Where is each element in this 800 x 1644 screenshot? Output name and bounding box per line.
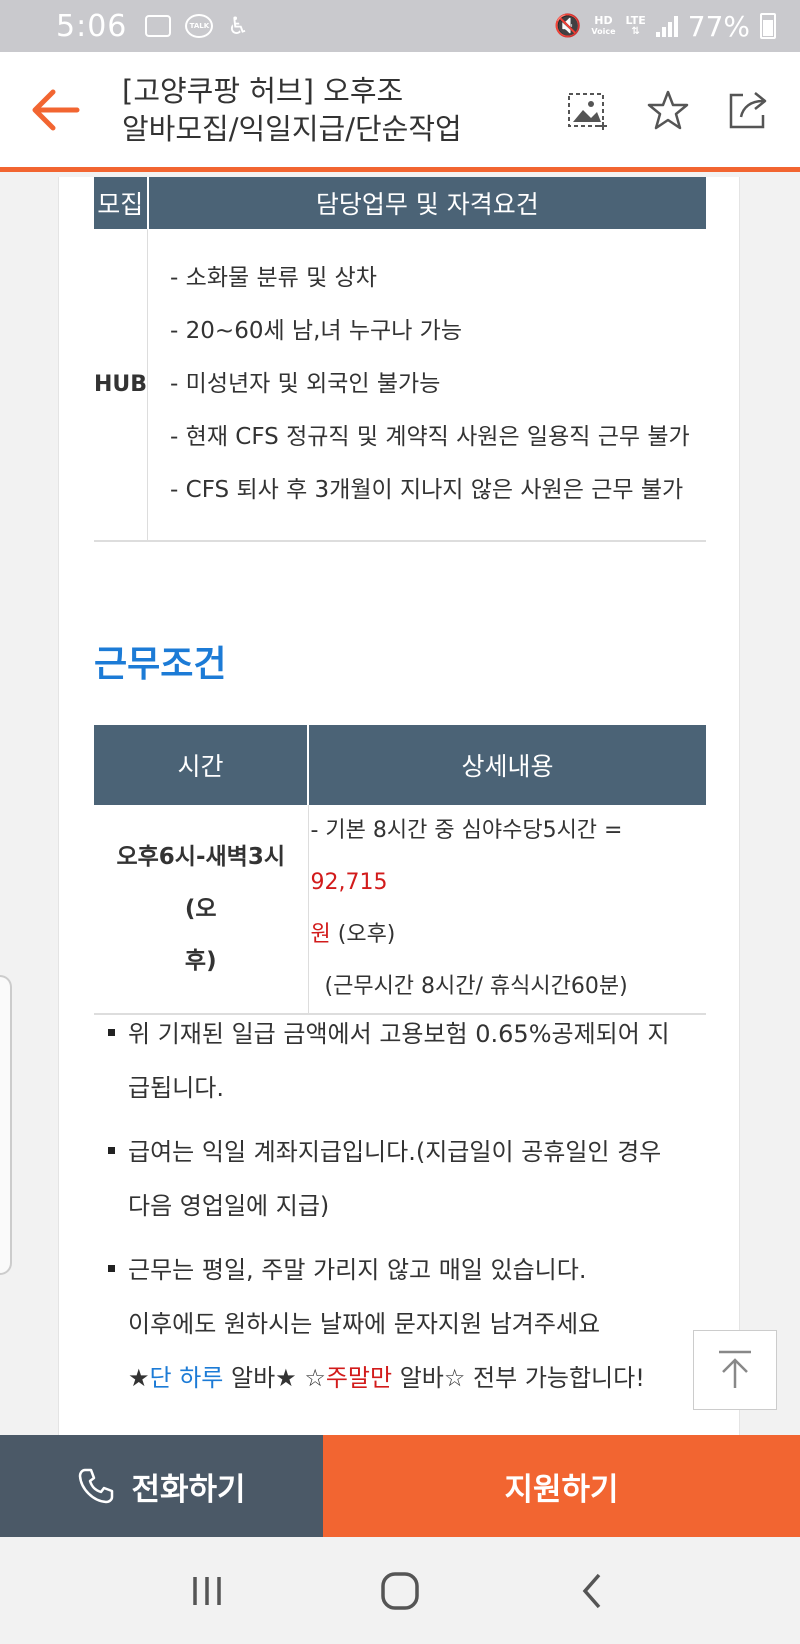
- duty-item: - CFS 퇴사 후 3개월이 지나지 않은 사원은 근무 불가: [170, 477, 684, 503]
- conditions-header-time: 시간: [94, 725, 309, 805]
- notes-list: 위 기재된 일급 금액에서 고용보험 0.65%공제되어 지 급됩니다. 급여는…: [94, 1007, 706, 1415]
- recent-apps-icon: [192, 1576, 221, 1605]
- note-text: 근무는 평일, 주말 가리지 않고 매일 있습니다.: [128, 1256, 587, 1284]
- gallery-icon: [145, 15, 172, 37]
- duty-table: 모집 담당업무 및 자격요건 HUB - 소화물 분류 및 상차 - 20~60…: [94, 177, 706, 542]
- time-line-1: 오후6시-새벽3시 (오: [116, 844, 285, 922]
- note-text: 다음 영업일에 지급): [128, 1192, 330, 1220]
- bullet-icon: [108, 1147, 115, 1154]
- apply-button[interactable]: 지원하기: [323, 1435, 800, 1537]
- note-item: 위 기재된 일급 금액에서 고용보험 0.65%공제되어 지 급됩니다.: [94, 1007, 706, 1115]
- duty-header-recruit: 모집: [94, 177, 149, 229]
- mute-icon: 🔇: [553, 13, 582, 39]
- home-button[interactable]: [370, 1561, 430, 1621]
- note-item: 근무는 평일, 주말 가리지 않고 매일 있습니다. 이후에도 원하시는 날짜에…: [94, 1243, 706, 1405]
- detail-won: 원: [310, 922, 331, 947]
- share-button[interactable]: [726, 88, 770, 132]
- back-button[interactable]: [0, 52, 110, 167]
- signal-icon: [655, 15, 678, 37]
- call-button[interactable]: 전화하기: [0, 1435, 323, 1537]
- note-text: 위 기재된 일급 금액에서 고용보험 0.65%공제되어 지: [128, 1020, 670, 1048]
- battery-percent: 77%: [687, 9, 750, 43]
- battery-icon: [760, 13, 776, 39]
- duty-header-duties: 담당업무 및 자격요건: [147, 177, 706, 229]
- note-mid-text: 알바★ ☆: [223, 1364, 326, 1392]
- duty-item: - 20~60세 남,녀 누구나 가능: [170, 318, 462, 344]
- star-icon: [647, 90, 689, 129]
- section-title-conditions: 근무조건: [94, 644, 227, 685]
- share-icon: [729, 91, 767, 128]
- chevron-left-icon: [582, 1573, 601, 1608]
- detail-amount: 92,715: [310, 870, 388, 895]
- image-capture-icon: [568, 92, 607, 130]
- home-icon: [381, 1571, 419, 1610]
- one-day-text: 단 하루: [149, 1364, 224, 1392]
- recent-apps-button[interactable]: [177, 1561, 237, 1621]
- favorite-button[interactable]: [646, 88, 690, 132]
- duty-row-label: HUB: [94, 229, 149, 542]
- call-label: 전화하기: [131, 1471, 246, 1508]
- lte-icon: LTE ⇅: [625, 14, 646, 37]
- lte-label: LTE: [625, 14, 646, 27]
- title-line-1: [고양쿠팡 허브] 오후조: [122, 73, 404, 108]
- voice-label: Voice: [591, 27, 616, 36]
- bottom-action-bar: 전화하기 지원하기: [0, 1435, 800, 1537]
- page-title: [고양쿠팡 허브] 오후조 알바모집/익일지급/단순작업: [110, 72, 566, 148]
- duty-items-cell: - 소화물 분류 및 상차 - 20~60세 남,녀 누구나 가능 - 미성년자…: [147, 229, 706, 542]
- bullet-icon: [108, 1029, 115, 1036]
- note-item: 급여는 익일 계좌지급입니다.(지급일이 공휴일인 경우 다음 영업일에 지급): [94, 1125, 706, 1233]
- note-text: 급됩니다.: [128, 1074, 224, 1102]
- conditions-time-cell: 오후6시-새벽3시 (오 후): [94, 805, 309, 1015]
- hd-voice-icon: HD Voice: [591, 15, 615, 37]
- arrow-left-icon: [32, 89, 80, 130]
- conditions-table: 시간 상세내용 오후6시-새벽3시 (오 후) - 기본 8시간 중 심야수당5…: [94, 725, 706, 1015]
- star-open: ★: [128, 1364, 150, 1392]
- status-time: 5:06: [56, 8, 128, 44]
- detail-suffix: (오후): [330, 922, 396, 947]
- back-nav-button[interactable]: [563, 1561, 623, 1621]
- kakaotalk-icon: TALK: [185, 14, 214, 38]
- note-text: 이후에도 원하시는 날짜에 문자지원 남겨주세요: [128, 1310, 601, 1338]
- app-header: [고양쿠팡 허브] 오후조 알바모집/익일지급/단순작업: [0, 52, 800, 172]
- detail-hours: (근무시간 8시간/ 휴식시간60분): [324, 974, 628, 999]
- edge-panel-handle[interactable]: [0, 975, 12, 1275]
- image-capture-button[interactable]: [566, 88, 610, 132]
- bullet-icon: [108, 1265, 115, 1272]
- hd-label: HD: [594, 14, 613, 27]
- duty-item: - 현재 CFS 정규직 및 계약직 사원은 일용직 근무 불가: [170, 424, 690, 450]
- job-post-sheet: 모집 담당업무 및 자격요건 HUB - 소화물 분류 및 상차 - 20~60…: [58, 177, 740, 1435]
- conditions-detail-cell: - 기본 8시간 중 심야수당5시간 = 92,715 원 (오후) (근무시간…: [308, 805, 706, 1015]
- conditions-header-detail: 상세내용: [308, 725, 706, 805]
- accessibility-icon: ♿: [227, 12, 249, 40]
- weekend-text: 주말만: [325, 1364, 393, 1392]
- scroll-to-top-button[interactable]: [693, 1330, 777, 1410]
- title-line-2: 알바모집/익일지급/단순작업: [122, 111, 462, 146]
- phone-icon: [79, 1468, 114, 1504]
- system-nav-bar: [0, 1537, 800, 1644]
- detail-prefix: - 기본 8시간 중 심야수당5시간 =: [310, 818, 623, 843]
- duty-item: - 소화물 분류 및 상차: [170, 265, 377, 291]
- status-bar: 5:06 TALK ♿ 🔇 HD Voice LTE ⇅ 77%: [0, 0, 800, 52]
- note-text: 급여는 익일 계좌지급입니다.(지급일이 공휴일인 경우: [128, 1138, 662, 1166]
- apply-label: 지원하기: [504, 1471, 619, 1508]
- content-area[interactable]: 모집 담당업무 및 자격요건 HUB - 소화물 분류 및 상차 - 20~60…: [0, 177, 800, 1435]
- arrow-up-icon: [719, 1350, 751, 1388]
- note-tail-text: 알바☆ 전부 가능합니다!: [392, 1364, 645, 1392]
- time-line-2: 후): [184, 948, 217, 974]
- duty-item: - 미성년자 및 외국인 불가능: [170, 371, 441, 397]
